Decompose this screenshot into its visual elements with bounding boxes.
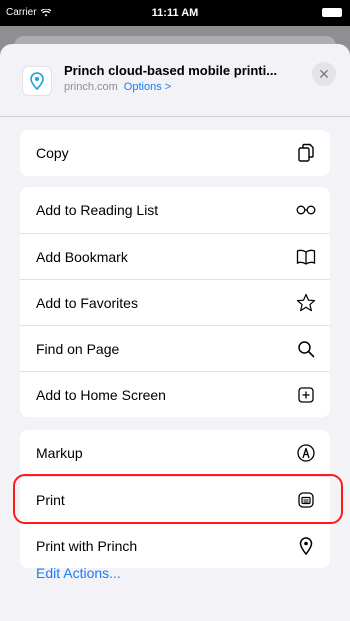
- action-label: Copy: [36, 145, 69, 161]
- share-sheet: Princh cloud-based mobile printi... prin…: [0, 44, 350, 621]
- share-header: Princh cloud-based mobile printi... prin…: [0, 44, 350, 116]
- options-link[interactable]: Options >: [124, 81, 171, 93]
- action-label: Add to Home Screen: [36, 386, 166, 403]
- action-add-home-screen[interactable]: Add to Home Screen: [20, 371, 330, 417]
- share-domain: princh.com: [64, 81, 118, 93]
- action-add-bookmark[interactable]: Add Bookmark: [20, 233, 330, 279]
- action-copy[interactable]: Copy: [20, 130, 330, 176]
- action-label: Markup: [36, 445, 83, 461]
- action-add-reading-list[interactable]: Add to Reading List: [20, 187, 330, 233]
- add-square-icon: [296, 385, 316, 405]
- action-group-copy: Copy: [20, 130, 330, 176]
- princh-logo-icon: [30, 72, 44, 90]
- instruction-caption: Tap the "Print" button.: [0, 0, 350, 10]
- print-highlight-outline: [13, 474, 343, 524]
- copy-icon: [296, 143, 316, 163]
- glasses-icon: [296, 200, 316, 220]
- action-label: Print with Princh: [36, 537, 138, 554]
- action-add-favorites[interactable]: Add to Favorites: [20, 279, 330, 325]
- princh-app-icon: [22, 66, 52, 96]
- markup-icon: [296, 443, 316, 463]
- action-print-with-princh[interactable]: Print with Princh: [20, 522, 330, 568]
- action-label: Add Bookmark: [36, 248, 128, 265]
- action-label: Find on Page: [36, 340, 120, 357]
- action-label: Add to Favorites: [36, 294, 138, 311]
- action-markup[interactable]: Markup: [20, 430, 330, 476]
- edit-actions-link[interactable]: Edit Actions...: [36, 565, 121, 581]
- share-title: Princh cloud-based mobile printi...: [64, 63, 278, 78]
- star-icon: [296, 293, 316, 313]
- action-group-main: Add to Reading List Add Bookmark Add to …: [20, 187, 330, 417]
- search-icon: [296, 339, 316, 359]
- action-label: Add to Reading List: [36, 202, 159, 218]
- princh-pin-icon: [296, 536, 316, 556]
- action-find-on-page[interactable]: Find on Page: [20, 325, 330, 371]
- header-divider: [0, 116, 350, 117]
- share-subtitle: princh.com Options >: [64, 81, 171, 93]
- book-icon: [296, 247, 316, 267]
- close-icon: ✕: [318, 65, 330, 82]
- close-button[interactable]: ✕: [312, 62, 336, 86]
